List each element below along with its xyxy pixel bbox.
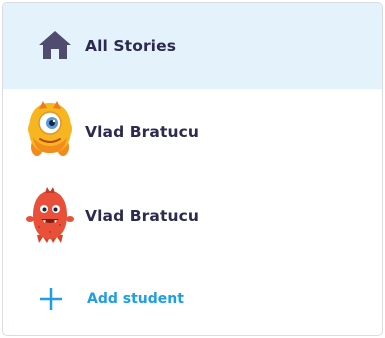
red-monster-avatar (26, 187, 74, 243)
add-student-label[interactable]: Add student (87, 291, 184, 307)
all-stories-item[interactable]: All Stories (3, 3, 382, 89)
student-item-2[interactable]: Vlad Bratucu (3, 173, 382, 257)
all-stories-label: All Stories (85, 37, 177, 55)
student-item-1[interactable]: Vlad Bratucu (3, 89, 382, 173)
student-name: Vlad Bratucu (85, 207, 200, 225)
plus-icon (40, 288, 62, 310)
student-name: Vlad Bratucu (85, 123, 200, 141)
yellow-monster-avatar (28, 101, 72, 156)
add-student-button[interactable]: Add student (3, 257, 382, 335)
student-sidebar-panel: All Stories Vlad Bratucu Vlad Bratucu Ad… (2, 2, 383, 336)
home-icon (39, 31, 71, 59)
